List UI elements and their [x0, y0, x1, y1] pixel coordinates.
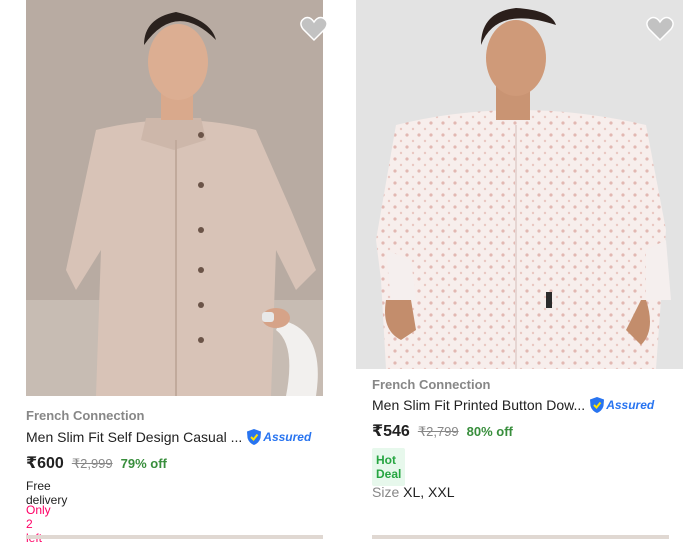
assured-badge: Assured: [589, 396, 654, 414]
assured-badge: Assured: [246, 428, 311, 446]
assured-label: Assured: [263, 430, 312, 444]
product-image-2[interactable]: [356, 0, 683, 369]
product-image-1[interactable]: [26, 0, 323, 396]
product-title-row[interactable]: Men Slim Fit Self Design Casual ... Assu…: [26, 428, 311, 446]
wishlist-heart-icon[interactable]: [646, 16, 674, 42]
wishlist-heart-icon[interactable]: [300, 16, 328, 42]
product-title[interactable]: Men Slim Fit Printed Button Dow...: [372, 397, 585, 413]
selling-price: ₹600: [26, 455, 64, 472]
size-label: Size: [372, 484, 404, 500]
hot-deal-badge: Hot Deal: [372, 448, 406, 486]
original-price: ₹2,799: [417, 424, 459, 439]
next-product-image-edge: [372, 535, 669, 539]
next-product-image-edge: [26, 535, 323, 539]
assured-shield-icon: [247, 429, 262, 445]
selling-price: ₹546: [372, 423, 410, 440]
product-title-row[interactable]: Men Slim Fit Printed Button Dow... Assur…: [372, 396, 654, 414]
product-title[interactable]: Men Slim Fit Self Design Casual ...: [26, 429, 242, 445]
assured-shield-icon: [590, 397, 605, 413]
discount-percent: 79% off: [120, 456, 167, 471]
original-price: ₹2,999: [71, 456, 113, 471]
price-row: ₹546 ₹2,799 80% off: [372, 421, 513, 441]
price-row: ₹600 ₹2,999 79% off: [26, 453, 167, 473]
product-brand: French Connection: [26, 408, 145, 423]
assured-label: Assured: [606, 398, 655, 412]
size-info: Size XL, XXL: [372, 484, 455, 500]
product-brand: French Connection: [372, 377, 491, 392]
size-values: XL, XXL: [403, 484, 455, 500]
discount-percent: 80% off: [466, 424, 513, 439]
